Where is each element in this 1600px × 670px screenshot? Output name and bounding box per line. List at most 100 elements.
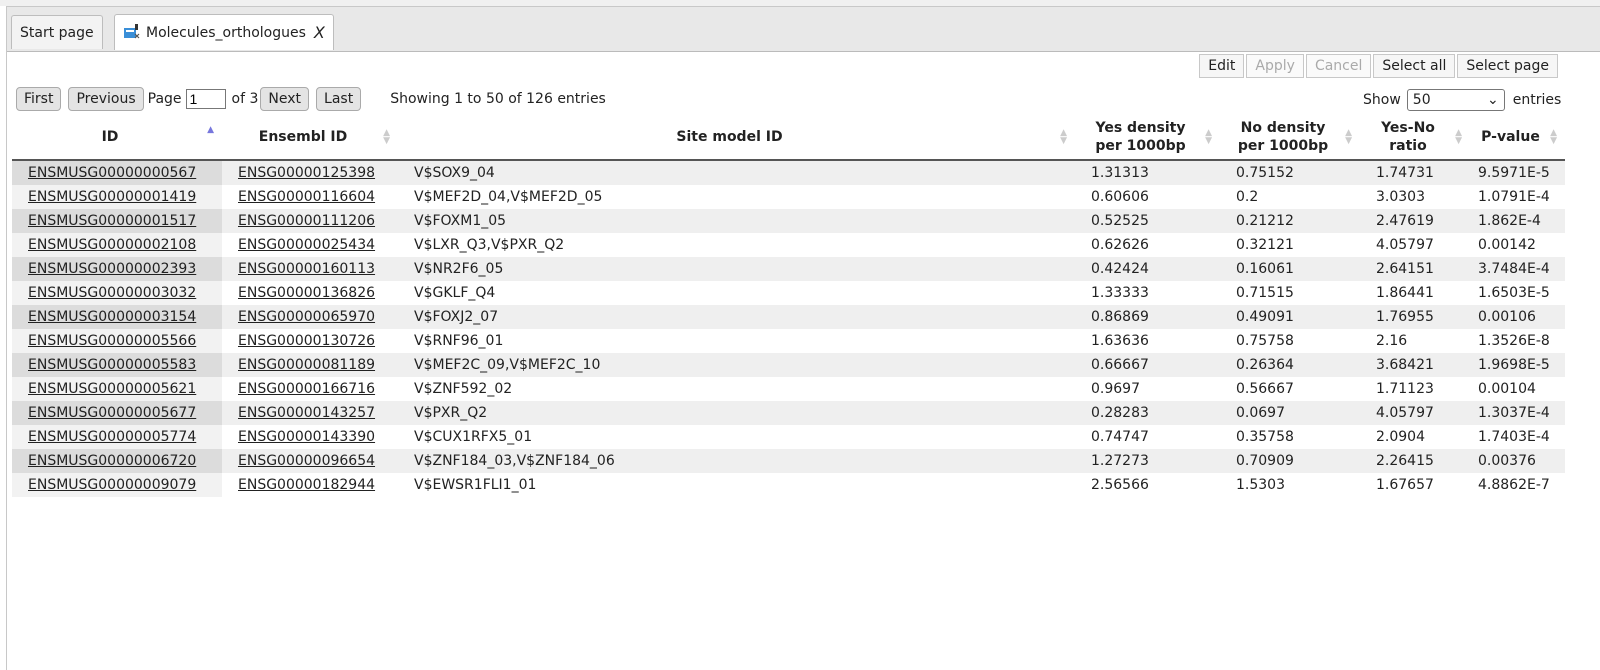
id-link[interactable]: ENSMUSG00000005774 bbox=[28, 429, 196, 445]
cell-yes-no-ratio: 4.05797 bbox=[1376, 236, 1434, 253]
sort-icon[interactable]: ▲ ▼ bbox=[1550, 128, 1557, 145]
ensembl-link[interactable]: ENSG00000111206 bbox=[238, 213, 375, 229]
cell-p-value: 1.9698E-5 bbox=[1470, 353, 1565, 377]
cell-id: ENSMUSG00000006720 bbox=[12, 449, 222, 473]
cell-id: ENSMUSG00000005621 bbox=[12, 377, 222, 401]
page-length-select[interactable]: 50 ⌄ bbox=[1406, 89, 1505, 111]
cell-yes-density: 0.42424 bbox=[1075, 257, 1220, 281]
table-row: ENSMUSG00000006720 ENSG00000096654 V$ZNF18… bbox=[12, 449, 1565, 473]
sort-icon[interactable]: ▲ ▼ bbox=[383, 128, 390, 145]
sort-ascending-icon[interactable]: ▲ bbox=[207, 126, 214, 135]
ensembl-link[interactable]: ENSG00000143257 bbox=[238, 405, 375, 421]
column-header-id[interactable]: ID ▲ bbox=[12, 114, 222, 161]
orthologues-table: ID ▲ Ensembl ID ▲ ▼ Site model ID ▲ ▼ Yes densit… bbox=[12, 114, 1565, 497]
column-header-yes-no-ratio[interactable]: Yes-No ratio ▲ ▼ bbox=[1360, 114, 1470, 161]
sort-icon[interactable]: ▲ ▼ bbox=[1455, 128, 1462, 145]
cell-p-value: 9.5971E-5 bbox=[1470, 160, 1565, 185]
cell-yes-density: 0.66667 bbox=[1075, 353, 1220, 377]
sort-icon[interactable]: ▲ ▼ bbox=[1205, 128, 1212, 145]
cell-p-value: 1.3526E-8 bbox=[1478, 332, 1550, 349]
previous-button[interactable]: Previous bbox=[68, 87, 144, 111]
id-link[interactable]: ENSMUSG00000005677 bbox=[28, 405, 196, 421]
cell-site-model-id: V$ZNF184_03,V$ZNF184_06 bbox=[398, 449, 1075, 473]
tab-molecules-orthologues[interactable]: Molecules_orthologues X bbox=[114, 14, 334, 50]
column-header-p-value[interactable]: P-value ▲ ▼ bbox=[1470, 114, 1565, 161]
cell-ensembl-id: ENSG00000116604 bbox=[222, 185, 398, 209]
page-count: of 3 bbox=[231, 91, 259, 107]
cell-site-model-id: V$SOX9_04 bbox=[398, 160, 1075, 185]
ensembl-link[interactable]: ENSG00000116604 bbox=[238, 189, 375, 205]
ensembl-link[interactable]: ENSG00000143390 bbox=[238, 429, 375, 445]
column-header-site-model-id[interactable]: Site model ID ▲ ▼ bbox=[398, 114, 1075, 161]
ensembl-link[interactable]: ENSG00000182944 bbox=[238, 477, 375, 493]
cell-id: ENSMUSG00000001419 bbox=[12, 185, 222, 209]
cell-no-density: 0.75758 bbox=[1236, 332, 1294, 349]
close-icon[interactable]: X bbox=[314, 23, 325, 42]
cell-yes-no-ratio: 2.64151 bbox=[1360, 257, 1470, 281]
last-button[interactable]: Last bbox=[316, 87, 362, 111]
select-all-button[interactable]: Select all bbox=[1373, 54, 1456, 78]
apply-button[interactable]: Apply bbox=[1246, 54, 1304, 78]
ensembl-link[interactable]: ENSG00000166716 bbox=[238, 381, 375, 397]
tab-start-page[interactable]: Start page bbox=[11, 15, 103, 49]
ensembl-link[interactable]: ENSG00000130726 bbox=[238, 333, 375, 349]
cell-yes-no-ratio: 2.47619 bbox=[1360, 209, 1470, 233]
cancel-button[interactable]: Cancel bbox=[1305, 54, 1372, 78]
id-link[interactable]: ENSMUSG00000001419 bbox=[28, 189, 196, 205]
cell-id: ENSMUSG00000001517 bbox=[12, 209, 222, 233]
select-page-button[interactable]: Select page bbox=[1457, 54, 1558, 78]
column-header-yes-density[interactable]: Yes density per 1000bp ▲ ▼ bbox=[1075, 114, 1220, 161]
cell-yes-no-ratio: 1.86441 bbox=[1376, 284, 1434, 301]
cell-id: ENSMUSG00000002393 bbox=[12, 257, 222, 281]
cell-id: ENSMUSG00000005774 bbox=[12, 425, 222, 449]
cell-yes-no-ratio: 4.05797 bbox=[1360, 401, 1470, 425]
id-link[interactable]: ENSMUSG00000001517 bbox=[28, 213, 196, 229]
column-header-no-density[interactable]: No density per 1000bp ▲ ▼ bbox=[1220, 114, 1360, 161]
ensembl-link[interactable]: ENSG00000025434 bbox=[238, 237, 375, 253]
cell-p-value: 4.8862E-7 bbox=[1478, 476, 1550, 493]
first-button[interactable]: First bbox=[16, 87, 62, 111]
ensembl-link[interactable]: ENSG00000125398 bbox=[238, 165, 375, 181]
cell-ensembl-id: ENSG00000125398 bbox=[222, 160, 398, 185]
column-label: ID bbox=[101, 128, 119, 145]
chevron-down-icon: ⌄ bbox=[1487, 92, 1499, 108]
id-link[interactable]: ENSMUSG00000000567 bbox=[28, 165, 196, 181]
ensembl-link[interactable]: ENSG00000065970 bbox=[238, 309, 375, 325]
sort-icon[interactable]: ▲ ▼ bbox=[1060, 128, 1067, 145]
id-link[interactable]: ENSMUSG00000003032 bbox=[28, 285, 196, 301]
entries-label: entries bbox=[1512, 92, 1562, 108]
id-link[interactable]: ENSMUSG00000006720 bbox=[28, 453, 196, 469]
id-link[interactable]: ENSMUSG00000005621 bbox=[28, 381, 196, 397]
edit-button[interactable]: Edit bbox=[1199, 54, 1245, 78]
id-link[interactable]: ENSMUSG00000002393 bbox=[28, 261, 196, 277]
ensembl-link[interactable]: ENSG00000136826 bbox=[238, 285, 375, 301]
cell-yes-no-ratio: 2.16 bbox=[1376, 332, 1408, 349]
cell-ensembl-id: ENSG00000182944 bbox=[222, 473, 398, 497]
cell-no-density: 0.56667 bbox=[1236, 380, 1294, 397]
cell-yes-density: 0.52525 bbox=[1075, 209, 1220, 233]
page-label: Page bbox=[147, 91, 182, 107]
cell-ensembl-id: ENSG00000081189 bbox=[222, 353, 398, 377]
cell-yes-no-ratio: 3.68421 bbox=[1360, 353, 1470, 377]
cell-no-density: 0.16061 bbox=[1220, 257, 1360, 281]
ensembl-link[interactable]: ENSG00000081189 bbox=[238, 357, 375, 373]
sort-icon[interactable]: ▲ ▼ bbox=[1345, 128, 1352, 145]
cell-site-model-id: V$CUX1RFX5_01 bbox=[414, 428, 533, 445]
cell-p-value: 1.862E-4 bbox=[1470, 209, 1565, 233]
id-link[interactable]: ENSMUSG00000005583 bbox=[28, 357, 196, 373]
page-input[interactable] bbox=[185, 89, 226, 109]
cell-no-density: 0.32121 bbox=[1236, 236, 1294, 253]
ensembl-link[interactable]: ENSG00000096654 bbox=[238, 453, 375, 469]
id-link[interactable]: ENSMUSG00000003154 bbox=[28, 309, 196, 325]
ensembl-link[interactable]: ENSG00000160113 bbox=[238, 261, 375, 277]
page-length: Show 50 ⌄ entries bbox=[1363, 89, 1561, 111]
page-length-value: 50 bbox=[1412, 92, 1431, 108]
id-link[interactable]: ENSMUSG00000009079 bbox=[28, 477, 196, 493]
cell-ensembl-id: ENSG00000143257 bbox=[222, 401, 398, 425]
id-link[interactable]: ENSMUSG00000005566 bbox=[28, 333, 196, 349]
cell-id: ENSMUSG00000002108 bbox=[12, 233, 222, 257]
next-button[interactable]: Next bbox=[260, 87, 310, 111]
id-link[interactable]: ENSMUSG00000002108 bbox=[28, 237, 196, 253]
cell-yes-no-ratio: 1.74731 bbox=[1360, 160, 1470, 185]
column-header-ensembl-id[interactable]: Ensembl ID ▲ ▼ bbox=[222, 114, 398, 161]
